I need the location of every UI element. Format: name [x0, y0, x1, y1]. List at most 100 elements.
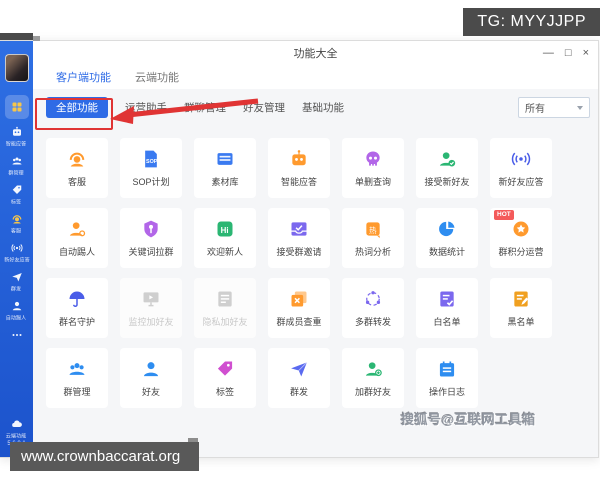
tab-bar: 客户端功能 云端功能 — [33, 65, 598, 90]
calendar-icon — [437, 359, 457, 380]
card-welcome-newcomer[interactable]: Hi 欢迎新人 — [194, 208, 256, 268]
card-material-library[interactable]: 素材库 — [194, 138, 256, 198]
monitor-icon — [141, 289, 161, 310]
card-group-send[interactable]: 群发 — [268, 348, 330, 408]
scope-dropdown[interactable]: 所有 — [518, 97, 590, 118]
svg-text:热: 热 — [369, 225, 377, 235]
sop-file-icon: SOP — [141, 149, 161, 170]
card-group-points-operation[interactable]: HOT 群积分运营 — [490, 208, 552, 268]
card-tags[interactable]: 标签 — [194, 348, 256, 408]
sidebar-item-cloud-features[interactable]: 云端功能 — [3, 418, 31, 440]
duplicate-remove-icon — [289, 289, 309, 310]
titlebar: 功能大全 — □ × — [33, 41, 598, 65]
list-edit-icon — [511, 289, 531, 310]
signal-icon — [511, 149, 531, 170]
card-group-manage[interactable]: 群管理 — [46, 348, 108, 408]
close-icon[interactable]: × — [583, 47, 589, 59]
more-dots-icon — [12, 334, 21, 336]
card-label: 自动踢人 — [58, 246, 95, 257]
signal-icon — [10, 244, 23, 252]
card-label: 黑名单 — [507, 316, 535, 327]
card-label: 单删查询 — [354, 176, 391, 187]
card-accept-group-invite[interactable]: 接受群邀请 — [268, 208, 330, 268]
card-member-dedupe[interactable]: 群成员查重 — [268, 278, 330, 338]
svg-text:SOP: SOP — [146, 159, 158, 165]
card-label: 欢迎新人 — [206, 246, 243, 257]
card-data-statistics[interactable]: 数据统计 — [416, 208, 478, 268]
tab-client-features[interactable]: 客户端功能 — [56, 69, 111, 85]
cloud-icon — [11, 420, 22, 428]
headset-icon — [12, 215, 21, 224]
card-label: 群发 — [289, 386, 308, 397]
umbrella-icon — [67, 289, 87, 310]
card-new-friend-reply[interactable]: 新好友应答 — [490, 138, 552, 198]
card-label: 隐私加好友 — [202, 316, 248, 327]
card-label: 好友 — [141, 386, 160, 397]
card-sop-plan[interactable]: SOP SOP计划 — [120, 138, 182, 198]
robot-icon — [289, 149, 309, 170]
sidebar-item-auto-kick[interactable]: 自动踢人 — [3, 300, 31, 322]
sidebar-item-dashboard[interactable] — [4, 95, 29, 119]
card-multi-group-forward[interactable]: 多群转发 — [342, 278, 404, 338]
card-operation-log[interactable]: 操作日志 — [416, 348, 478, 408]
window-controls: — □ × — [543, 41, 589, 65]
sidebar-item-smart-reply[interactable]: 智能应答 — [3, 126, 31, 148]
card-friends[interactable]: 好友 — [120, 348, 182, 408]
card-label: 新好友应答 — [498, 176, 544, 187]
card-whitelist[interactable]: 白名单 — [416, 278, 478, 338]
card-auto-kick[interactable]: 自动踢人 — [46, 208, 108, 268]
skull-icon — [363, 149, 383, 170]
card-label: 多群转发 — [354, 316, 391, 327]
tag-icon — [215, 359, 235, 380]
card-add-group-friend[interactable]: 加群好友 — [342, 348, 404, 408]
card-label: 标签 — [215, 386, 234, 397]
content-area: 全部功能 运营助手 群聊管理 好友管理 基础功能 所有 客服 SOP SOP计划 … — [33, 89, 598, 457]
card-privacy-add-friend: 隐私加好友 — [194, 278, 256, 338]
card-delete-check[interactable]: 单删查询 — [342, 138, 404, 198]
sohu-watermark: 搜狐号@互联网工具箱 — [401, 412, 536, 427]
users-icon — [12, 157, 21, 165]
user-plus-icon — [363, 359, 383, 380]
card-monitor-add-friend: 监控加好友 — [120, 278, 182, 338]
card-group-name-guard[interactable]: 群名守护 — [46, 278, 108, 338]
pill-friend-manage[interactable]: 好友管理 — [243, 100, 285, 115]
pill-basic-features[interactable]: 基础功能 — [302, 100, 344, 115]
sidebar-item-label: 云端功能 — [6, 434, 27, 440]
card-accept-new-friends[interactable]: 接受新好友 — [416, 138, 478, 198]
card-label: 白名单 — [433, 316, 461, 327]
minimize-icon[interactable]: — — [543, 47, 554, 59]
card-customer-service[interactable]: 客服 — [46, 138, 108, 198]
card-smart-reply[interactable]: 智能应答 — [268, 138, 330, 198]
tab-cloud-features[interactable]: 云端功能 — [135, 69, 179, 85]
inbox-check-icon — [289, 219, 309, 240]
pill-all-features[interactable]: 全部功能 — [46, 97, 108, 118]
card-label: 操作日志 — [428, 386, 465, 397]
card-blacklist[interactable]: 黑名单 — [490, 278, 552, 338]
sidebar-item-group-manage[interactable]: 群管理 — [3, 155, 31, 177]
sidebar-item-tags[interactable]: 标签 — [3, 184, 31, 206]
sidebar-item-more[interactable] — [3, 329, 31, 341]
card-label: 热词分析 — [354, 246, 391, 257]
card-hot-word-analysis[interactable]: 热热词分析 — [342, 208, 404, 268]
sidebar-item-group-send[interactable]: 群发 — [3, 271, 31, 293]
sidebar-item-label: 自动踢人 — [6, 316, 27, 322]
sidebar-item-label: 标签 — [11, 200, 22, 206]
sidebar: 智能应答 群管理 标签 客服 新好友应答 群发 自动踢人 云端功能 — [0, 41, 33, 457]
hi-icon: Hi — [215, 219, 235, 240]
avatar[interactable] — [4, 54, 29, 82]
chevron-down-icon — [577, 105, 583, 110]
user-check-icon — [437, 149, 457, 170]
dropdown-value: 所有 — [525, 104, 545, 115]
card-label: SOP计划 — [132, 176, 170, 187]
card-label: 群成员查重 — [276, 316, 322, 327]
multi-node-icon — [363, 289, 383, 310]
pill-group-chat-manage[interactable]: 群聊管理 — [184, 100, 226, 115]
sidebar-item-customer-service[interactable]: 客服 — [3, 213, 31, 235]
maximize-icon[interactable]: □ — [565, 47, 572, 59]
card-label: 客服 — [67, 176, 86, 187]
site-watermark: www.crownbaccarat.org — [10, 442, 199, 471]
pill-operation-assistant[interactable]: 运营助手 — [125, 100, 167, 115]
sidebar-item-new-friend-reply[interactable]: 新好友应答 — [3, 242, 31, 264]
card-keyword-join-group[interactable]: 关键词拉群 — [120, 208, 182, 268]
background-window-strip — [0, 33, 33, 40]
